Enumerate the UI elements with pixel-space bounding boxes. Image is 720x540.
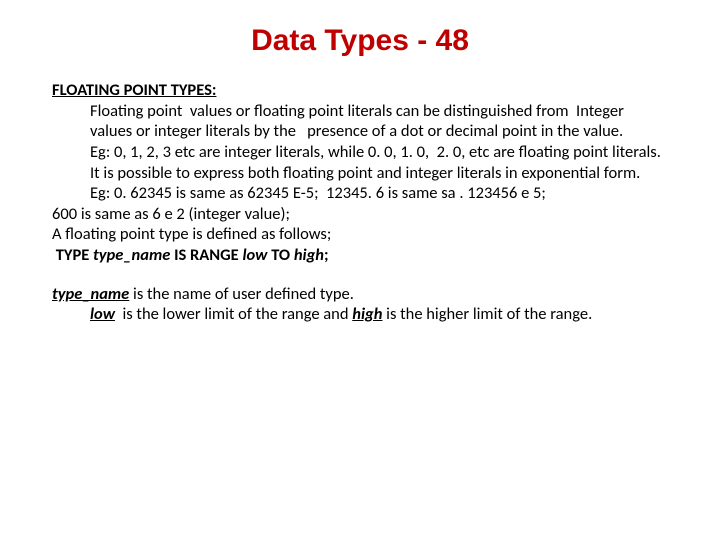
syntax-keyword: IS RANGE xyxy=(174,245,239,265)
term: type_name xyxy=(52,284,129,304)
desc-block: low is the lower limit of the range and … xyxy=(52,304,668,325)
paragraph: Eg: 0. 62345 is same as 62345 E-5; 12345… xyxy=(52,183,668,204)
syntax-line: TYPE type_name IS RANGE low TO high; xyxy=(52,245,668,266)
content-block: FLOATING POINT TYPES: Floating point val… xyxy=(52,80,668,325)
syntax-ident: low xyxy=(242,245,267,265)
syntax-ident: high xyxy=(294,245,324,265)
desc-text: is the higher limit of the range. xyxy=(382,304,592,324)
term: high xyxy=(352,304,382,324)
syntax-ident: type_name xyxy=(93,245,170,265)
syntax-keyword: TYPE xyxy=(56,245,90,265)
desc-text: is the lower limit of the range and xyxy=(115,304,352,324)
term: low xyxy=(90,304,115,324)
page-title: Data Types - 48 xyxy=(52,24,668,58)
section-heading: FLOATING POINT TYPES: xyxy=(52,80,668,101)
paragraph: A floating point type is defined as foll… xyxy=(52,224,668,245)
paragraph: It is possible to express both floating … xyxy=(52,163,668,184)
desc-text: is the name of user defined type. xyxy=(129,284,354,304)
paragraph: Floating point values or floating point … xyxy=(52,101,668,142)
syntax-keyword: TO xyxy=(271,245,290,265)
paragraph: Eg: 0, 1, 2, 3 etc are integer literals,… xyxy=(52,142,668,163)
syntax-text: ; xyxy=(324,245,329,265)
desc-block: type_name is the name of user defined ty… xyxy=(52,284,668,305)
paragraph: 600 is same as 6 e 2 (integer value); xyxy=(52,204,668,225)
